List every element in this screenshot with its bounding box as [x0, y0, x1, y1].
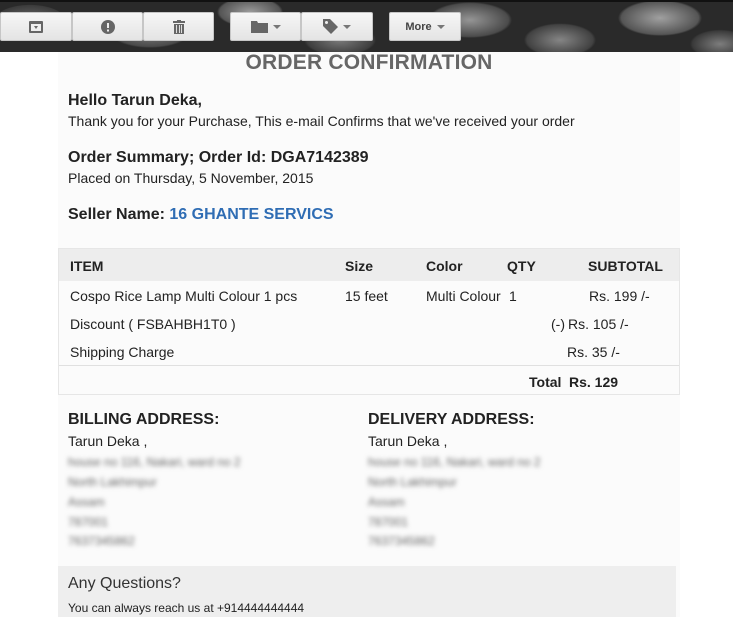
col-qty: QTY	[507, 258, 536, 274]
discount-prefix: (-)	[551, 316, 565, 332]
col-subtotal: SUBTOTAL	[588, 258, 663, 274]
toolbar: More	[0, 0, 733, 52]
folder-icon	[250, 20, 268, 33]
col-size: Size	[345, 258, 374, 274]
col-item: ITEM	[70, 258, 104, 274]
questions-section: Any Questions? You can always reach us a…	[58, 566, 676, 617]
billing-line: 787001	[68, 515, 109, 529]
order-items-table: ITEM Size Color QTY SUBTOTAL Cospo Rice …	[58, 248, 680, 395]
total-value: Rs. 129	[569, 374, 619, 390]
delivery-heading: DELIVERY ADDRESS:	[368, 411, 535, 428]
billing-heading: BILLING ADDRESS:	[68, 411, 220, 428]
billing-line: 7637345862	[68, 534, 135, 548]
seller-row: Seller Name: 16 GHANTE SERVICS	[68, 206, 334, 224]
billing-line: house no 116, Nakari, ward no 2	[68, 455, 241, 469]
col-color: Color	[426, 258, 463, 274]
discount-label: Discount ( FSBAHBH1T0 )	[70, 316, 236, 332]
intro-text: Thank you for your Purchase, This e-mail…	[68, 113, 575, 129]
billing-line: Assam	[68, 495, 105, 509]
delivery-line: 7637345862	[368, 534, 435, 548]
archive-button[interactable]	[0, 12, 72, 41]
tag-icon	[323, 19, 338, 34]
report-spam-icon	[100, 19, 115, 34]
questions-heading: Any Questions?	[68, 575, 181, 592]
delivery-line: house no 116, Nakari, ward no 2	[368, 455, 541, 469]
total-label: Total	[529, 374, 562, 390]
contact-text: You can always reach us at +914444444444	[68, 601, 305, 615]
delete-button[interactable]	[143, 12, 214, 41]
seller-name-link[interactable]: 16 GHANTE SERVICS	[169, 206, 333, 223]
move-to-button[interactable]	[230, 12, 301, 41]
table-divider	[59, 365, 679, 366]
chevron-down-icon	[272, 24, 281, 29]
item-qty: 1	[509, 288, 517, 304]
more-label: More	[405, 20, 432, 33]
more-button[interactable]: More	[389, 12, 461, 41]
placed-on-date: Placed on Thursday, 5 November, 2015	[68, 170, 314, 186]
delivery-line: Assam	[368, 495, 405, 509]
shipping-value: Rs. 35 /-	[567, 344, 620, 360]
item-name: Cospo Rice Lamp Multi Colour 1 pcs	[70, 288, 298, 304]
email-title: ORDER CONFIRMATION	[245, 51, 493, 74]
seller-label: Seller Name:	[68, 206, 165, 223]
delivery-name: Tarun Deka ,	[368, 433, 448, 449]
order-email: ORDER CONFIRMATION Hello Tarun Deka, Tha…	[58, 51, 680, 617]
archive-icon	[29, 20, 43, 33]
delivery-line: North Lakhimpur	[368, 475, 457, 489]
item-subtotal: Rs. 199 /-	[589, 288, 650, 304]
item-color: Multi Colour	[426, 288, 501, 304]
chevron-down-icon	[436, 24, 445, 29]
report-spam-button[interactable]	[72, 12, 143, 41]
table-header: ITEM Size Color QTY SUBTOTAL	[59, 249, 679, 281]
chevron-down-icon	[343, 24, 351, 29]
delivery-line: 787001	[368, 515, 409, 529]
shipping-label: Shipping Charge	[70, 344, 175, 360]
item-size: 15 feet	[345, 288, 388, 304]
order-summary: Order Summary; Order Id: DGA7142389	[68, 149, 369, 166]
labels-button[interactable]	[301, 12, 373, 41]
discount-value: Rs. 105 /-	[568, 316, 629, 332]
trash-icon	[172, 19, 185, 34]
billing-line: North Lakhimpur	[68, 475, 157, 489]
greeting: Hello Tarun Deka,	[68, 92, 202, 109]
billing-name: Tarun Deka ,	[68, 433, 148, 449]
